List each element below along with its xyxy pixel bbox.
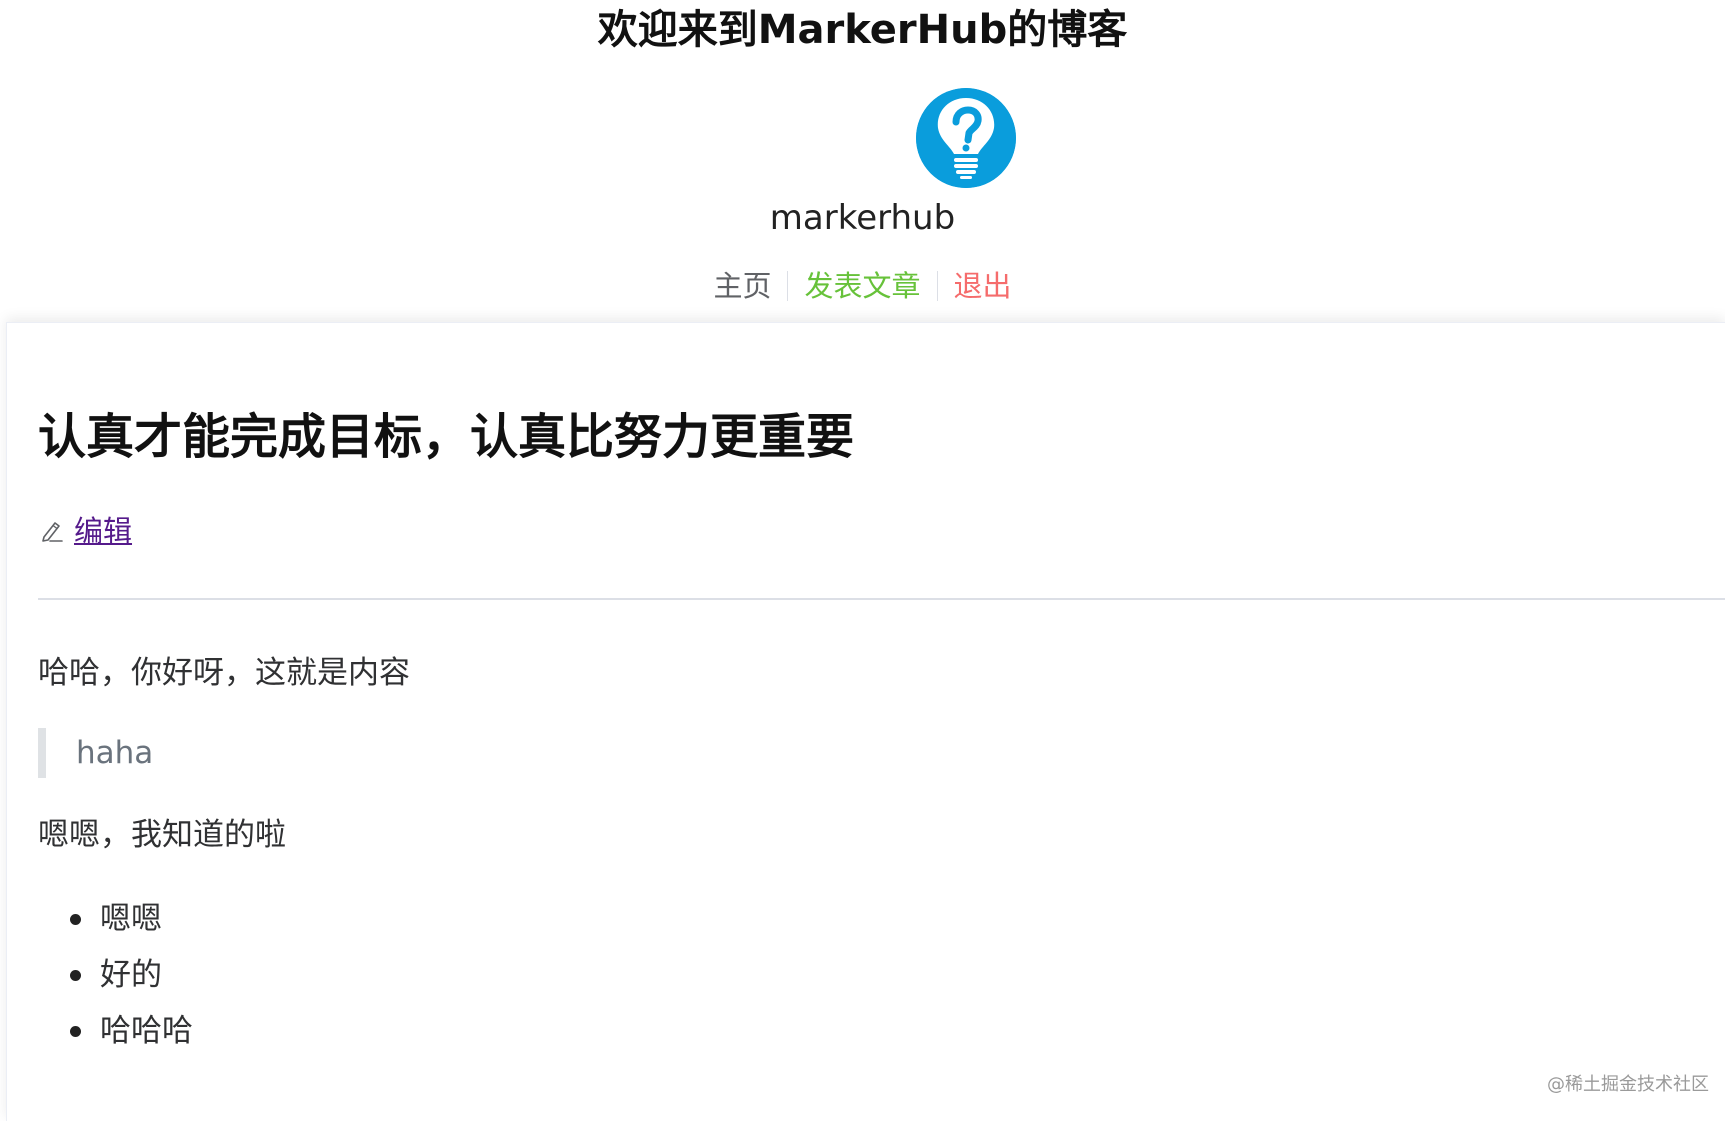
nav-divider <box>936 271 938 301</box>
nav-bar: 主页 发表文章 退出 <box>0 266 1725 306</box>
edit-row: 编辑 <box>38 513 132 549</box>
post-paragraph: 嗯嗯，我知道的啦 <box>38 817 286 853</box>
list-item: 哈哈哈 <box>38 1003 193 1059</box>
post-list: 嗯嗯 好的 哈哈哈 <box>38 891 193 1059</box>
list-item: 好的 <box>38 947 193 1003</box>
watermark: @稀土掘金技术社区 <box>1547 1074 1709 1095</box>
post-paragraph: 哈哈，你好呀，这就是内容 <box>38 655 410 691</box>
blog-header: 欢迎来到MarkerHub的博客 markerhub 主页 发表文章 退出 <box>0 0 1725 325</box>
blog-page: 欢迎来到MarkerHub的博客 markerhub 主页 发表文章 退出 认真… <box>0 0 1725 1121</box>
avatar[interactable] <box>916 88 1016 188</box>
edit-link[interactable]: 编辑 <box>74 513 132 549</box>
nav-publish-link[interactable]: 发表文章 <box>804 266 920 306</box>
post-blockquote: haha <box>38 728 153 778</box>
nav-home-link[interactable]: 主页 <box>713 266 771 306</box>
post-card: 认真才能完成目标，认真比努力更重要 编辑 哈哈，你好呀，这就是内容 haha 嗯… <box>6 322 1725 1121</box>
site-title: 欢迎来到MarkerHub的博客 <box>597 7 1128 53</box>
nav-divider <box>787 271 789 301</box>
list-item: 嗯嗯 <box>38 891 193 947</box>
pencil-icon[interactable] <box>38 517 66 545</box>
post-title: 认真才能完成目标，认真比努力更重要 <box>38 409 855 465</box>
divider <box>38 598 1725 600</box>
nav-logout-link[interactable]: 退出 <box>954 266 1012 306</box>
username: markerhub <box>769 198 956 238</box>
lightbulb-question-icon <box>916 88 1016 188</box>
